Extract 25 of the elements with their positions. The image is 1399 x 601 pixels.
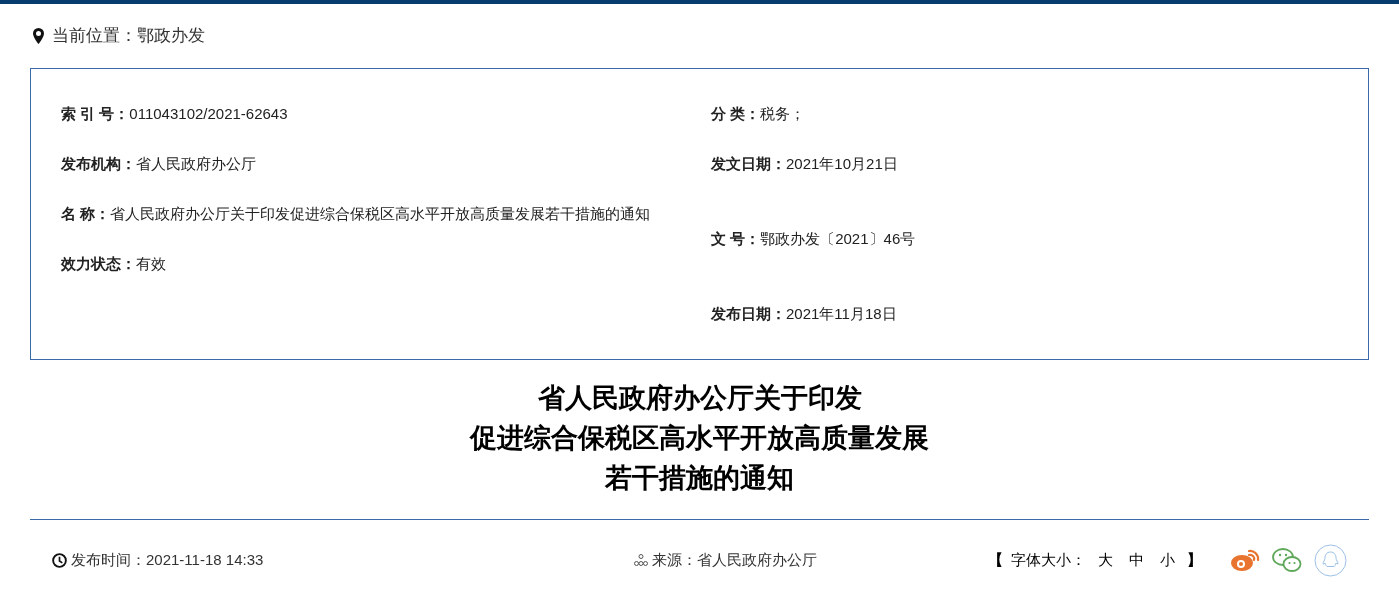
- meta-field: 名 称：省人民政府办公厅关于印发促进综合保税区高水平开放高质量发展若干措施的通知: [61, 189, 676, 239]
- bracket: 】: [1187, 549, 1202, 570]
- hierarchy-icon: [634, 554, 649, 566]
- font-size-label: 字体大小：: [1011, 549, 1086, 570]
- publish-time: 发布时间：2021-11-18 14:33: [71, 549, 264, 570]
- meta-field: 分 类：税务；: [711, 89, 916, 139]
- wechat-icon[interactable]: [1272, 547, 1302, 573]
- meta-field: 效力状态：有效: [61, 239, 676, 289]
- breadcrumb-link[interactable]: 鄂政办发: [137, 23, 205, 49]
- location-pin-icon: [33, 28, 44, 44]
- font-size-option[interactable]: 小: [1156, 548, 1179, 572]
- meta-field: 发文日期：2021年10月21日: [711, 139, 916, 189]
- article-title: 省人民政府办公厅关于印发 促进综合保税区高水平开放高质量发展 若干措施的通知: [468, 382, 930, 495]
- meta-field: 发布日期：2021年11月18日: [711, 289, 916, 339]
- source-text: 来源：省人民政府办公厅: [652, 549, 818, 570]
- font-size-option[interactable]: 中: [1125, 548, 1148, 572]
- meta-field: 发布机构：省人民政府办公厅: [61, 139, 676, 189]
- font-size-option[interactable]: 大: [1094, 548, 1117, 572]
- breadcrumb-label: 当前位置：: [52, 25, 137, 48]
- qq-icon[interactable]: [1314, 543, 1347, 577]
- clock-icon: [52, 552, 67, 568]
- weibo-icon[interactable]: [1230, 548, 1260, 572]
- bracket: 【: [988, 549, 1003, 570]
- meta-field: 索 引 号：011043102/2021-62643: [61, 89, 676, 139]
- meta-field: 文 号：鄂政办发〔2021〕46号: [711, 214, 916, 264]
